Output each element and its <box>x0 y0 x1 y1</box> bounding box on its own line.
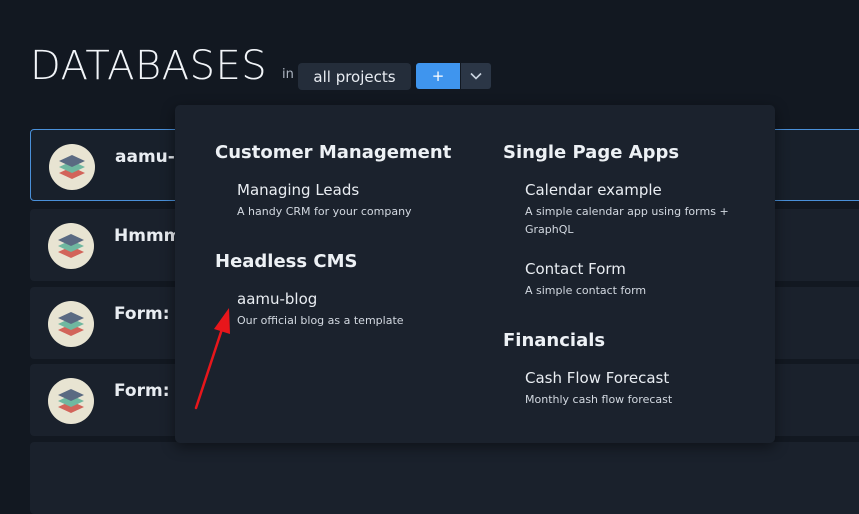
template-item-aamu-blog[interactable]: aamu-blog Our official blog as a templat… <box>237 290 477 330</box>
template-item-contact-form[interactable]: Contact Form A simple contact form <box>525 260 765 300</box>
page-title: DATABASES <box>30 43 268 89</box>
database-avatar <box>49 144 95 190</box>
template-description: Monthly cash flow forecast <box>525 393 673 406</box>
database-stack-icon <box>58 234 84 258</box>
chevron-down-icon <box>470 72 482 80</box>
database-stack-icon <box>59 155 85 179</box>
category-heading: Customer Management <box>215 142 452 163</box>
template-item-calendar-example[interactable]: Calendar example A simple calendar app u… <box>525 181 745 239</box>
template-description: A simple calendar app using forms + Grap… <box>525 205 729 236</box>
add-menu-toggle[interactable] <box>461 63 491 89</box>
template-description: A handy CRM for your company <box>237 205 412 218</box>
database-avatar <box>48 301 94 347</box>
database-avatar <box>48 223 94 269</box>
template-description: Our official blog as a template <box>237 314 404 327</box>
database-avatar <box>48 378 94 424</box>
project-scope-label: in <box>282 67 294 82</box>
project-select[interactable]: all projects <box>298 63 411 90</box>
template-title: aamu-blog <box>237 290 318 308</box>
template-title: Cash Flow Forecast <box>525 369 670 387</box>
template-title: Managing Leads <box>237 181 360 199</box>
template-item-managing-leads[interactable]: Managing Leads A handy CRM for your comp… <box>237 181 477 221</box>
template-title: Calendar example <box>525 181 662 199</box>
category-heading: Headless CMS <box>215 251 358 272</box>
template-description: A simple contact form <box>525 284 647 297</box>
add-database-button[interactable]: + <box>416 63 460 89</box>
category-heading: Financials <box>503 330 606 351</box>
template-title: Contact Form <box>525 260 626 278</box>
database-name: Hmmm <box>114 226 182 246</box>
category-heading: Single Page Apps <box>503 142 680 163</box>
database-stack-icon <box>58 389 84 413</box>
template-menu: Customer Management Managing Leads A han… <box>175 105 775 443</box>
template-item-cash-flow-forecast[interactable]: Cash Flow Forecast Monthly cash flow for… <box>525 369 765 409</box>
database-stack-icon <box>58 312 84 336</box>
